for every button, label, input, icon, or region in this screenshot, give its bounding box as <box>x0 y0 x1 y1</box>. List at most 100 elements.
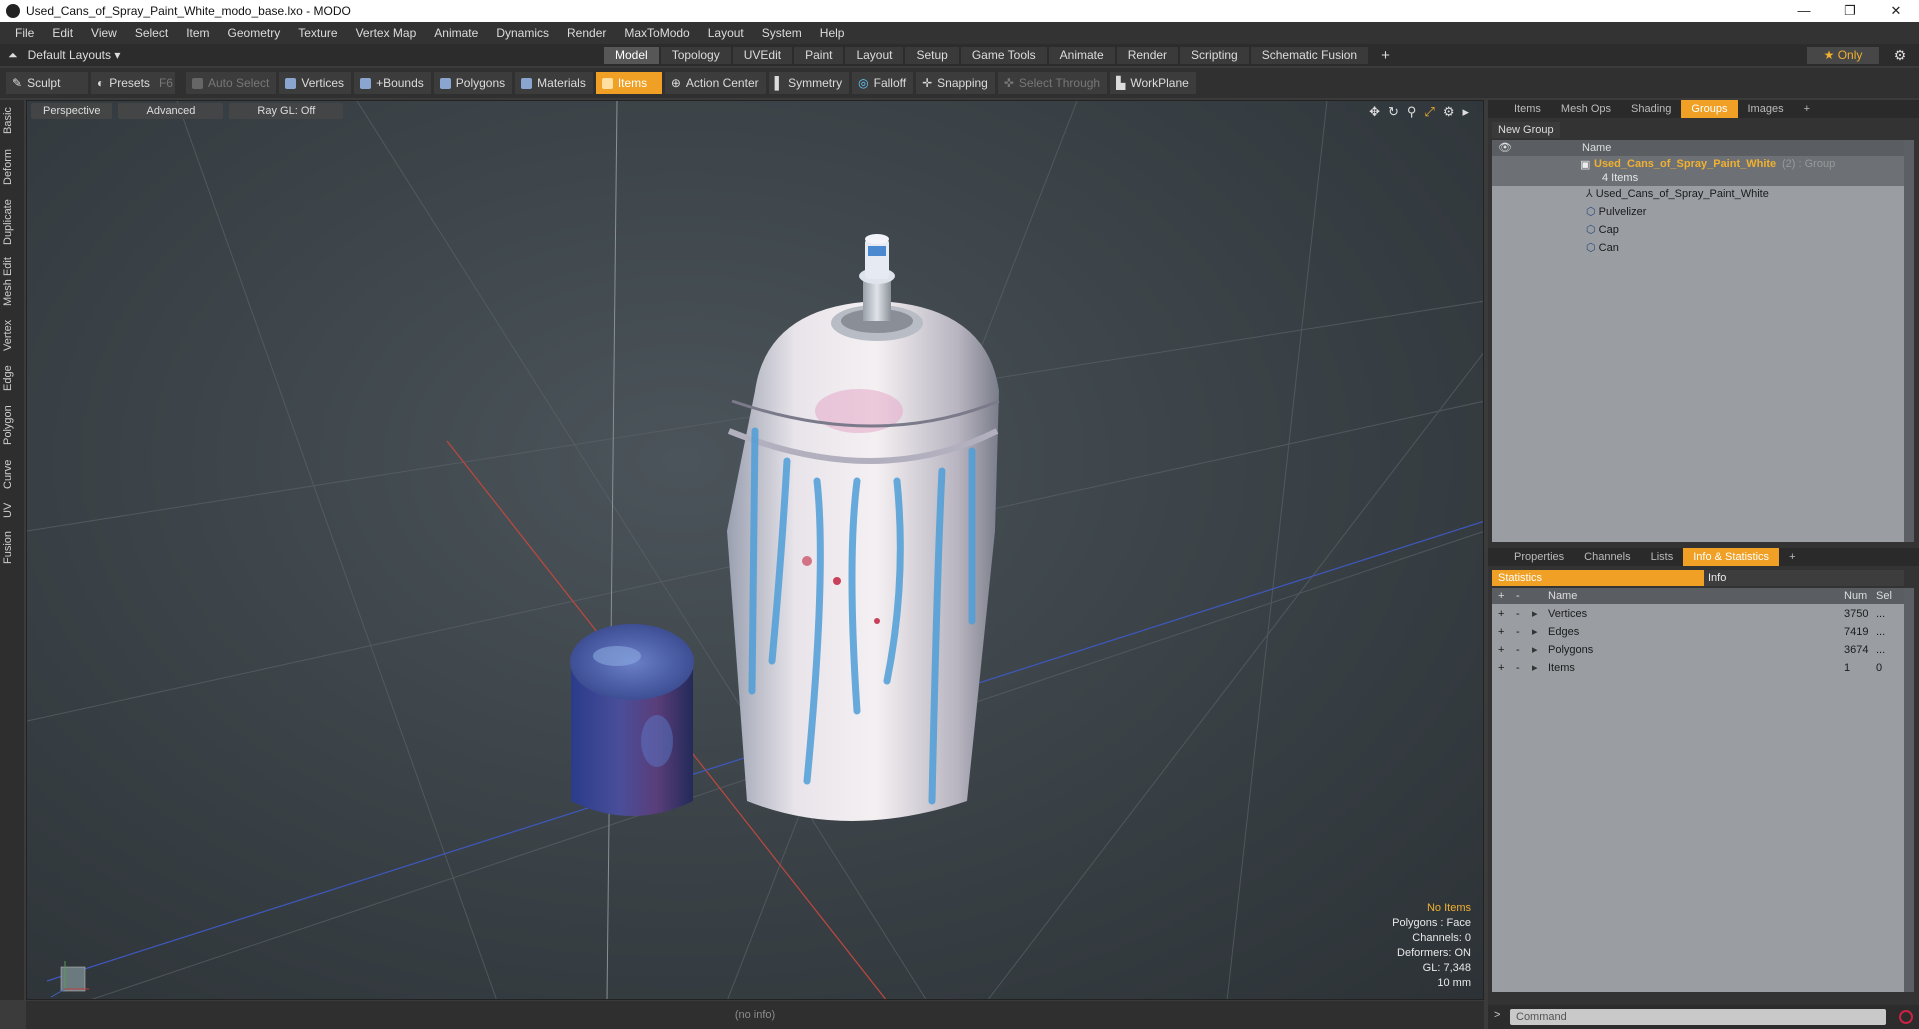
tab-model[interactable]: Model <box>604 47 659 64</box>
close-button[interactable]: ✕ <box>1873 0 1919 22</box>
vertices-button[interactable]: Vertices <box>279 72 352 94</box>
polygons-button[interactable]: Polygons <box>433 72 513 94</box>
view-style-dropdown[interactable]: Advanced <box>118 103 224 119</box>
action-center-button[interactable]: ⊕ Action Center <box>664 72 766 94</box>
presets-button[interactable]: ◐ Presets F6 <box>91 72 175 94</box>
tab-groups[interactable]: Groups <box>1681 100 1738 118</box>
tree-arrow-icon[interactable]: ▸ <box>1532 642 1538 658</box>
tab-items[interactable]: Items <box>1504 100 1551 118</box>
expand-all-icon[interactable]: + <box>1498 588 1504 604</box>
left-tab-duplicate[interactable]: Duplicate <box>2 196 22 248</box>
statistics-tab[interactable]: Statistics <box>1492 570 1704 586</box>
rotate-icon[interactable]: ↻ <box>1388 104 1399 120</box>
maximize-button[interactable]: ❐ <box>1827 0 1873 22</box>
table-row[interactable]: + - ▸ Vertices 3750... <box>1492 606 1904 622</box>
add-tab-button[interactable]: + <box>1370 47 1401 64</box>
command-input[interactable]: Command <box>1510 1009 1886 1025</box>
tab-info-statistics[interactable]: Info & Statistics <box>1683 548 1780 566</box>
layouts-dropdown[interactable]: ⏶ Default Layouts ▾ <box>8 44 120 66</box>
tree-arrow-icon[interactable]: ▸ <box>1532 624 1538 640</box>
pan-icon[interactable]: ✥ <box>1369 104 1380 120</box>
collapse-all-icon[interactable]: - <box>1516 588 1520 604</box>
minimize-button[interactable]: — <box>1781 0 1827 22</box>
symmetry-button[interactable]: ▌ Symmetry <box>768 72 850 94</box>
menu-select[interactable]: Select <box>126 26 177 40</box>
menu-geometry[interactable]: Geometry <box>219 26 290 40</box>
tab-channels[interactable]: Channels <box>1574 548 1640 566</box>
menu-file[interactable]: File <box>6 26 43 40</box>
tab-schematic-fusion[interactable]: Schematic Fusion <box>1250 47 1369 64</box>
expand-icon[interactable]: + <box>1498 624 1504 640</box>
tab-scripting[interactable]: Scripting <box>1180 47 1249 64</box>
collapse-icon[interactable]: - <box>1516 624 1520 640</box>
tab-topology[interactable]: Topology <box>660 47 731 64</box>
tree-arrow-icon[interactable]: ▸ <box>1532 660 1538 676</box>
tab-setup[interactable]: Setup <box>905 47 959 64</box>
bounds-button[interactable]: +Bounds <box>354 72 431 94</box>
add-panel-tab-button[interactable]: + <box>1779 548 1805 566</box>
menu-item[interactable]: Item <box>177 26 218 40</box>
left-tab-uv[interactable]: UV <box>2 500 22 520</box>
tab-game-tools[interactable]: Game Tools <box>960 47 1047 64</box>
items-button[interactable]: Items <box>595 72 662 94</box>
view-perspective-dropdown[interactable]: Perspective <box>31 103 113 119</box>
tab-uvedit[interactable]: UVEdit <box>732 47 793 64</box>
table-row[interactable]: + - ▸ Edges 7419... <box>1492 624 1904 640</box>
menu-help[interactable]: Help <box>811 26 854 40</box>
materials-button[interactable]: Materials <box>515 72 593 94</box>
groups-scrollbar[interactable] <box>1904 140 1914 542</box>
expand-icon[interactable]: + <box>1498 642 1504 658</box>
tab-layout[interactable]: Layout <box>845 47 904 64</box>
left-tab-fusion[interactable]: Fusion <box>2 528 22 566</box>
tree-arrow-icon[interactable]: ▸ <box>1532 606 1538 622</box>
raygl-toggle[interactable]: Ray GL: Off <box>229 103 344 119</box>
gear-icon[interactable]: ⚙ <box>1891 46 1909 64</box>
menu-animate[interactable]: Animate <box>425 26 487 40</box>
group-row[interactable]: ▣ Used_Cans_of_Spray_Paint_White (2) : G… <box>1492 156 1904 186</box>
record-macro-icon[interactable] <box>1899 1010 1913 1024</box>
new-group-button[interactable]: New Group <box>1492 122 1560 138</box>
sculpt-button[interactable]: ✎ Sculpt <box>6 72 88 94</box>
select-through-button[interactable]: ✜ Select Through <box>997 72 1108 94</box>
menu-view[interactable]: View <box>82 26 126 40</box>
workplane-button[interactable]: ▙ WorkPlane <box>1110 72 1196 94</box>
viewport-settings-icon[interactable]: ⚙ <box>1443 104 1455 120</box>
viewport-menu-arrow-icon[interactable]: ▸ <box>1462 104 1469 120</box>
collapse-icon[interactable]: - <box>1516 642 1520 658</box>
fit-icon[interactable]: ⤢ <box>1424 104 1434 120</box>
menu-vertex-map[interactable]: Vertex Map <box>347 26 426 40</box>
left-tab-polygon[interactable]: Polygon <box>2 402 22 448</box>
tab-render[interactable]: Render <box>1116 47 1179 64</box>
left-tab-vertex[interactable]: Vertex <box>2 316 22 354</box>
3d-viewport[interactable]: Perspective Advanced Ray GL: Off ✥ ↻ ⚲ ⤢… <box>26 100 1484 1000</box>
menu-maxtomodo[interactable]: MaxToModo <box>615 26 698 40</box>
stats-scrollbar[interactable] <box>1904 588 1914 992</box>
list-item[interactable]: ⬡ Cap <box>1586 222 1619 238</box>
left-tab-edge[interactable]: Edge <box>2 362 22 394</box>
tab-properties[interactable]: Properties <box>1504 548 1574 566</box>
left-tab-curve[interactable]: Curve <box>2 456 22 492</box>
tab-images[interactable]: Images <box>1738 100 1794 118</box>
tab-animate[interactable]: Animate <box>1048 47 1115 64</box>
left-tab-basic[interactable]: Basic <box>2 104 22 138</box>
expand-icon[interactable]: + <box>1498 660 1504 676</box>
auto-select-button[interactable]: Auto Select <box>186 72 277 94</box>
add-panel-tab-button[interactable]: + <box>1794 100 1820 118</box>
list-item[interactable]: ⬡ Can <box>1586 240 1619 256</box>
snapping-button[interactable]: ✛ Snapping <box>916 72 995 94</box>
collapse-icon[interactable]: - <box>1516 660 1520 676</box>
list-item[interactable]: ⅄ Used_Cans_of_Spray_Paint_White <box>1586 186 1769 202</box>
tab-paint[interactable]: Paint <box>794 47 844 64</box>
falloff-button[interactable]: ◎ Falloff <box>852 72 914 94</box>
menu-edit[interactable]: Edit <box>43 26 82 40</box>
info-tab[interactable]: Info <box>1708 570 1726 586</box>
tab-lists[interactable]: Lists <box>1641 548 1684 566</box>
tab-mesh-ops[interactable]: Mesh Ops <box>1551 100 1621 118</box>
menu-render[interactable]: Render <box>558 26 615 40</box>
zoom-icon[interactable]: ⚲ <box>1407 104 1417 120</box>
menu-dynamics[interactable]: Dynamics <box>487 26 558 40</box>
left-tab-deform[interactable]: Deform <box>2 146 22 188</box>
list-item[interactable]: ⬡ Pulvelizer <box>1586 204 1646 220</box>
table-row[interactable]: + - ▸ Items 1 0 <box>1492 660 1904 676</box>
menu-system[interactable]: System <box>753 26 811 40</box>
